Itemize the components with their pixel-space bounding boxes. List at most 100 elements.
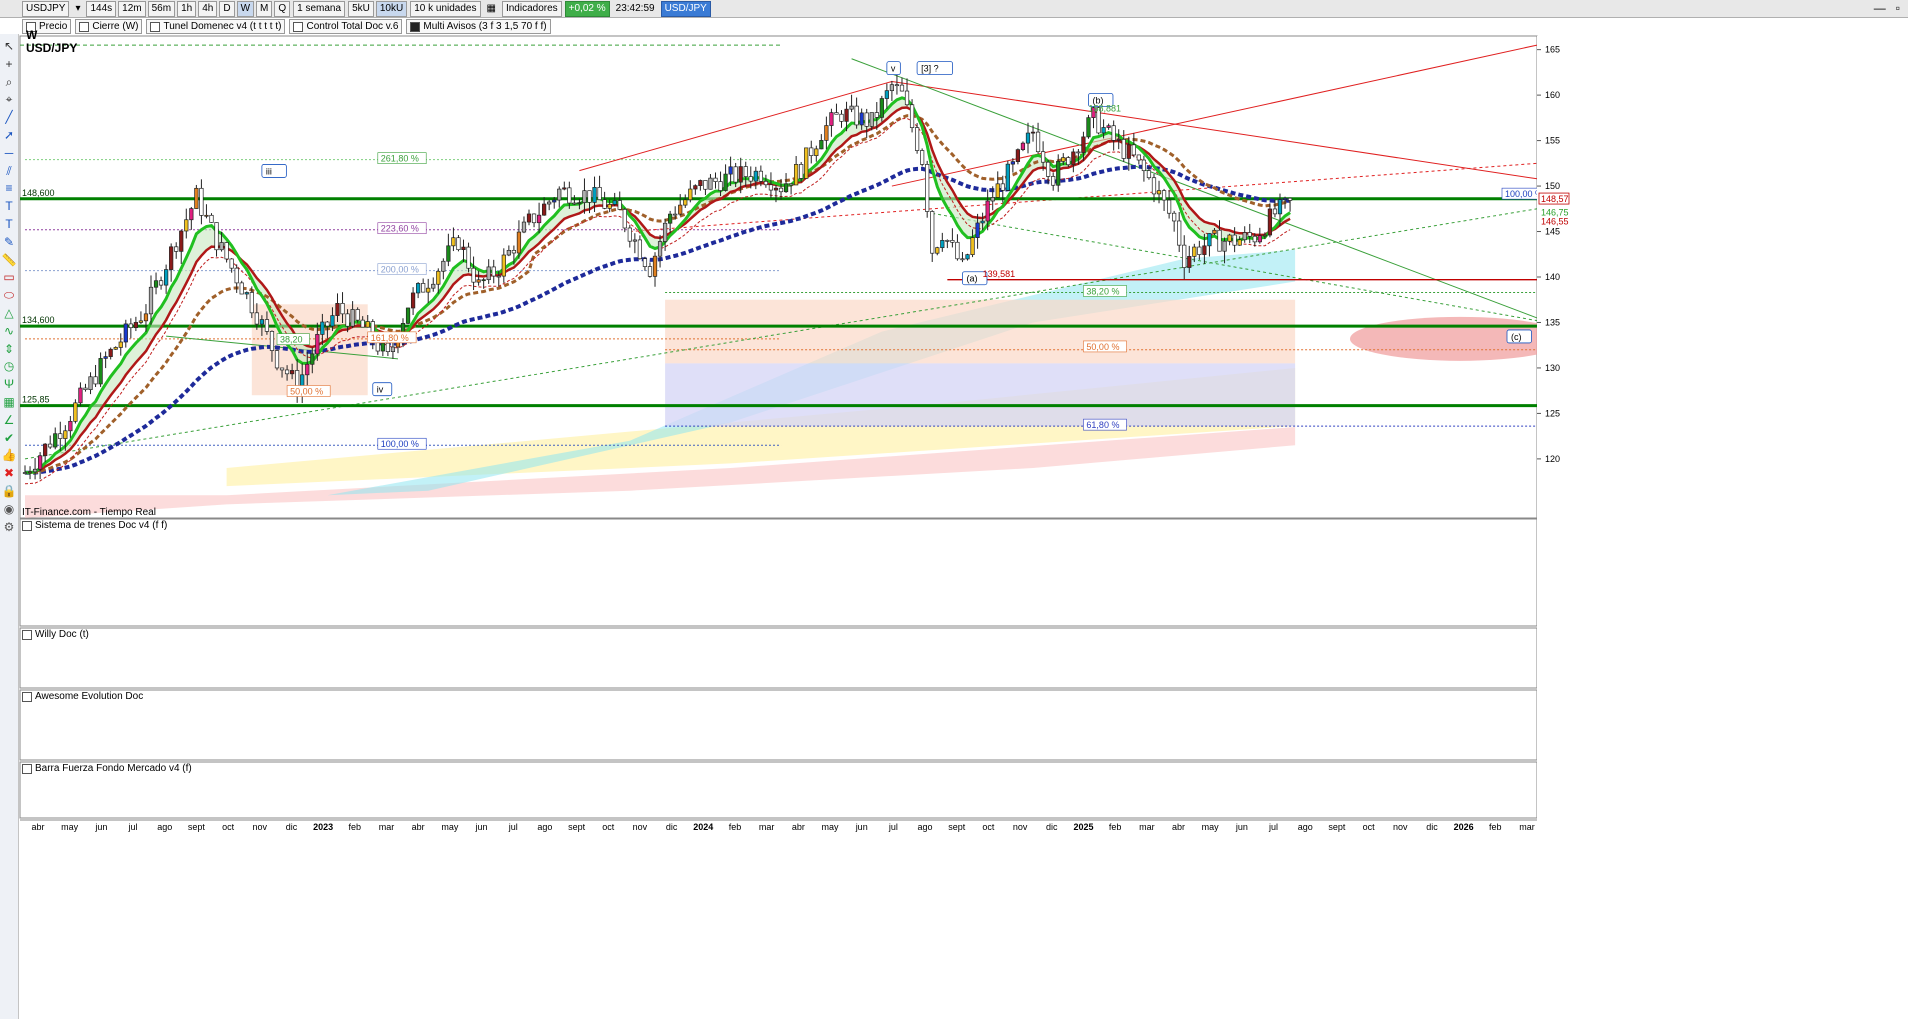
legend-item[interactable]: Tunel Domenec v4 (t t t t t) [146, 19, 286, 34]
x-tick-label: mar [759, 822, 775, 832]
candle-body [506, 249, 511, 256]
units-select[interactable]: 10 k unidades [410, 0, 481, 17]
indicators-button[interactable]: Indicadores [501, 0, 562, 17]
candle-body [1046, 161, 1051, 177]
panel-checkbox[interactable] [22, 521, 32, 531]
ruler-icon[interactable]: 📏 [1, 252, 17, 268]
angle-icon[interactable]: ∠ [1, 412, 17, 428]
eye-icon[interactable]: ◉ [1, 501, 17, 517]
fib-label-left: 261,80 % [377, 152, 427, 164]
x-tick-label: ago [537, 822, 552, 832]
ellipse-icon[interactable]: ⬭ [1, 287, 17, 303]
change-badge: +0,02 % [564, 0, 610, 17]
lock-icon[interactable]: 🔒 [1, 483, 17, 499]
cycle-icon[interactable]: ◷ [1, 358, 17, 374]
unit-button-10ku[interactable]: 10kU [375, 0, 408, 17]
timeframe-button-d[interactable]: D [219, 0, 235, 17]
candle-body [1177, 220, 1182, 246]
pitchfork-icon[interactable]: Ψ [1, 376, 17, 392]
fibonacci-icon[interactable]: ≡ [1, 180, 17, 196]
x-tick-label: oct [222, 822, 235, 832]
panel-title-trenes[interactable]: Sistema de trenes Doc v4 (f f) [22, 520, 168, 532]
zoom-icon[interactable]: ⌕ [1, 74, 17, 90]
candle-body [259, 319, 265, 325]
panel-checkbox[interactable] [22, 764, 32, 774]
measure-icon[interactable]: ⇕ [1, 341, 17, 357]
trend-line-icon[interactable]: ╱ [1, 109, 17, 125]
grid-icon[interactable]: ▦ [1, 394, 17, 410]
candle-body [763, 180, 769, 186]
candle-body [269, 331, 275, 351]
horizontal-line-icon[interactable]: ─ [1, 145, 17, 161]
timeframe-button-4h[interactable]: 4h [198, 0, 218, 17]
panel-checkbox[interactable] [22, 692, 32, 702]
label-text: 50,00 % [1086, 342, 1119, 352]
magnet-icon[interactable]: ⌖ [1, 91, 17, 107]
candle-body [284, 369, 290, 375]
unit-button-5ku[interactable]: 5kU [348, 0, 374, 17]
legend-checkbox[interactable] [410, 21, 421, 32]
channel-icon[interactable]: ⫽ [1, 163, 17, 179]
candle-body [1076, 151, 1081, 154]
x-tick-label: jun [94, 822, 107, 832]
brush-icon[interactable]: ✎ [1, 234, 17, 250]
panel-title-awesome[interactable]: Awesome Evolution Doc [22, 691, 144, 703]
panel-title-willy[interactable]: Willy Doc (t) [22, 629, 89, 641]
wave-label[interactable]: v [886, 61, 901, 76]
candle-body [819, 140, 824, 150]
legend-checkbox[interactable] [150, 21, 161, 32]
check-icon[interactable]: ✔ [1, 430, 17, 446]
rectangle-icon[interactable]: ▭ [1, 269, 17, 285]
panel-title-barra[interactable]: Barra Fuerza Fondo Mercado v4 (f) [22, 763, 192, 775]
timeframe-button-144s[interactable]: 144s [86, 0, 117, 17]
wave-label[interactable]: iii [261, 164, 287, 178]
candle-body [536, 214, 542, 224]
main-price-panel[interactable]: 148,600 134,600 125,85 261,80 % 223,60 % 200,… [19, 35, 1570, 519]
label-text: 161,80 % [371, 333, 409, 343]
thumb-icon[interactable]: 👍 [1, 447, 17, 463]
timeframe-button-m[interactable]: M [256, 0, 273, 17]
symbol-select[interactable]: USDJPY [22, 0, 70, 17]
legend-checkbox[interactable] [293, 21, 304, 32]
legend-label: Tunel Domenec v4 (t t t t t) [163, 21, 282, 32]
legend-item[interactable]: Multi Avisos (3 f 3 1,5 70 f f) [406, 19, 551, 34]
wave-icon[interactable]: ∿ [1, 323, 17, 339]
delete-icon[interactable]: ✖ [1, 465, 17, 481]
timeframe-button-12m[interactable]: 12m [118, 0, 146, 17]
indicators-icon[interactable]: ▦ [484, 2, 499, 16]
pointer-icon[interactable]: ↖ [1, 38, 17, 54]
x-tick-label: oct [982, 822, 995, 832]
candle-body [1232, 234, 1237, 246]
candle-body [244, 292, 249, 295]
legend-item[interactable]: Cierre (W) [75, 19, 143, 34]
text-icon[interactable]: T [1, 198, 17, 214]
chevron-down-icon[interactable]: ▾ [72, 2, 83, 16]
triangle-icon[interactable]: △ [1, 305, 17, 321]
timeframe-button-w[interactable]: W [236, 0, 255, 17]
legend-item[interactable]: Control Total Doc v.6 [289, 19, 403, 34]
wave-label[interactable]: [3] ? [916, 61, 954, 76]
wave-label[interactable]: iv [372, 382, 393, 397]
timeframe-button-56m[interactable]: 56m [147, 0, 176, 17]
maximize-icon[interactable]: ▫ [1896, 1, 1900, 15]
wave-label[interactable]: (c) [1506, 329, 1532, 344]
range-select[interactable]: 1 semana [293, 0, 346, 17]
x-tick-label: nov [1393, 822, 1408, 832]
timeframe-button-1h[interactable]: 1h [177, 0, 197, 17]
label-icon[interactable]: T [1, 216, 17, 232]
candle-body [184, 219, 189, 232]
crosshair-icon[interactable]: + [1, 56, 17, 72]
candle-body [58, 433, 63, 439]
x-tick-label: may [61, 822, 79, 832]
candle-body [138, 320, 144, 323]
minimize-icon[interactable]: — [1874, 1, 1886, 15]
wave-text: [3] ? [921, 64, 939, 74]
settings-icon[interactable]: ⚙ [1, 519, 17, 535]
candle-body [849, 105, 854, 110]
timeframe-button-q[interactable]: Q [274, 0, 291, 17]
chart-canvas[interactable]: 148,600 134,600 125,85 261,80 % 223,60 % 200,… [0, 0, 1908, 1027]
legend-checkbox[interactable] [79, 21, 90, 32]
arrow-icon[interactable]: ➚ [1, 127, 17, 143]
candle-body [783, 183, 789, 193]
panel-checkbox[interactable] [22, 630, 32, 640]
